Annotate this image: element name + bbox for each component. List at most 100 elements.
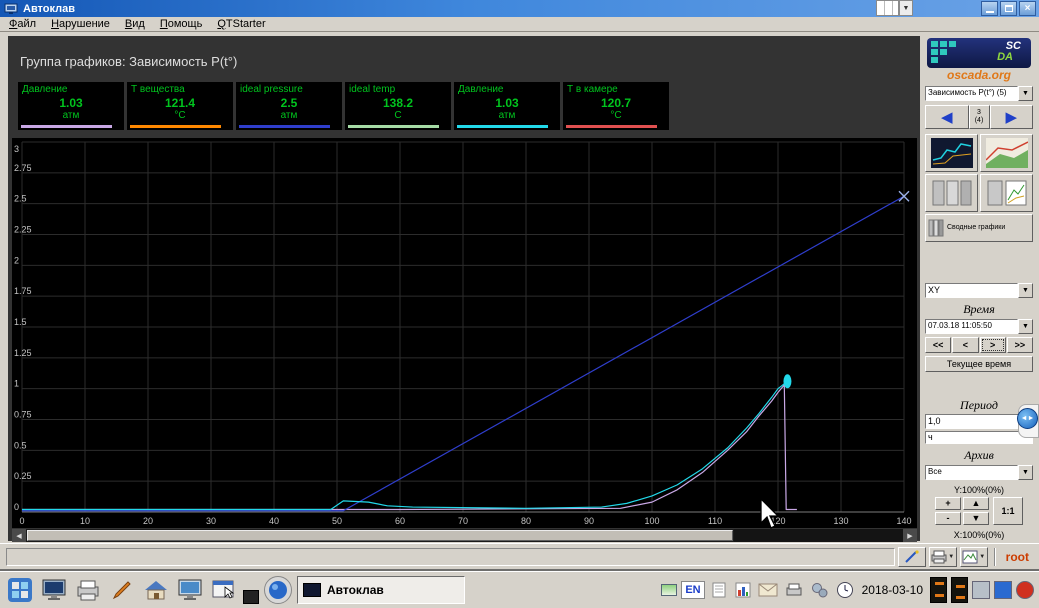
taskbar-task-autoclave[interactable]: Автоклав [297,576,465,604]
chart-tray-icon[interactable] [733,580,753,600]
qtstarter-tray-icon[interactable]: ◄► [1017,408,1038,429]
tray-icon-gray[interactable] [972,581,990,599]
archive-select[interactable]: Все ▼ [925,465,1033,480]
mini-terminal-icon[interactable] [243,590,259,604]
menu-view[interactable]: Вид [125,18,145,30]
scrollbar-thumb[interactable] [27,530,733,541]
keyboard-flag-icon[interactable] [661,584,677,596]
pager-dropdown[interactable]: ▼ [899,0,913,16]
home-icon[interactable] [141,575,171,605]
svg-text:10: 10 [80,516,90,526]
period-section-label: Период [925,398,1033,412]
step-forward-fast-button[interactable]: >> [1007,337,1033,353]
monitor-icon[interactable] [175,575,205,605]
status-message-field [6,548,895,566]
zoom-out-button[interactable]: - [935,512,961,525]
maximize-button[interactable] [1000,1,1017,16]
menu-help[interactable]: Помощь [160,18,203,30]
mail-tray-icon[interactable] [757,580,779,600]
chart-view-button[interactable] [980,134,1033,172]
export-button[interactable]: ▼ [960,547,988,567]
pen-icon[interactable] [107,575,137,605]
chevron-down-icon[interactable]: ▼ [1018,319,1033,334]
mode-select[interactable]: XY ▼ [925,283,1033,298]
digital-clock[interactable] [930,577,947,603]
series-color-bar [566,125,657,128]
keyboard-layout-indicator[interactable]: EN [681,581,704,599]
separator [994,548,996,566]
time-select[interactable]: 07.03.18 11:05:50 ▼ [925,319,1033,334]
trend-dark-icon [931,138,973,168]
svg-text:1.25: 1.25 [14,348,32,358]
task-icon [303,583,321,597]
pan-down-button[interactable]: ▼ [963,512,989,525]
svg-text:1: 1 [14,379,19,389]
printer-icon[interactable] [73,575,103,605]
legend-item[interactable]: Давление 1.03 атм [454,82,560,130]
step-back-button[interactable]: < [952,337,978,353]
legend-item[interactable]: Т вещества 121.4 °C [127,82,233,130]
current-time-button[interactable]: Текущее время [925,356,1033,372]
prev-page-button[interactable]: ◀ [925,105,969,129]
svg-text:20: 20 [143,516,153,526]
legend-item[interactable]: ideal temp 138.2 C [345,82,451,130]
trend-plot[interactable]: 00.250.50.7511.251.51.7522.252.52.753010… [12,138,917,528]
panel-view-button[interactable] [925,174,978,212]
chevron-down-icon[interactable]: ▼ [1018,465,1033,480]
pan-up-button[interactable]: ▲ [963,497,989,510]
legend-item[interactable]: ideal pressure 2.5 атм [236,82,342,130]
mini-chart-icon [986,178,1028,208]
clock-tray-icon[interactable] [835,580,855,600]
window-body: Группа графиков: Зависимость P(t°) Давле… [0,32,1039,543]
pager-grid-icon[interactable] [876,0,899,16]
desktop-pager[interactable]: ▼ [876,0,913,16]
date-display[interactable]: 2018-03-10 [862,583,923,597]
menu-violation[interactable]: Нарушение [51,18,110,30]
current-user-label: root [1006,550,1029,564]
display-icon[interactable] [39,575,69,605]
gears-tray-icon[interactable] [809,580,831,600]
zoom-in-button[interactable]: + [935,497,961,510]
minimize-button[interactable] [981,1,998,16]
close-button[interactable]: × [1019,1,1036,16]
series-color-bar [348,125,439,128]
next-page-button[interactable]: ▶ [990,105,1034,129]
oscada-site-label: oscada.org [925,68,1033,83]
style-button[interactable] [898,547,926,567]
printer-tray-icon[interactable] [783,580,805,600]
step-back-fast-button[interactable]: << [925,337,951,353]
legend-item[interactable]: Т в камере 120.7 °C [563,82,669,130]
digital-clock[interactable] [951,577,968,603]
tray-icon-blue[interactable] [994,581,1012,599]
print-button[interactable]: ▼ [929,547,957,567]
scroll-right-button[interactable]: ▶ [903,529,917,542]
scroll-left-button[interactable]: ◀ [12,529,26,542]
chevron-down-icon[interactable]: ▼ [1018,86,1033,101]
wand-icon [903,549,921,565]
menu-file[interactable]: Файл [9,18,36,30]
zoom-controls: + ▲ - ▼ 1:1 [925,497,1033,525]
legend-item[interactable]: Давление 1.03 атм [18,82,124,130]
menu-qtstarter[interactable]: QTStarter [217,18,265,30]
mini-chart-view-button[interactable] [980,174,1033,212]
period-unit-field[interactable]: ч [925,431,1033,444]
notes-tray-icon[interactable] [709,580,729,600]
svg-text:2.25: 2.25 [14,225,32,235]
reset-scale-button[interactable]: 1:1 [993,497,1023,525]
summary-charts-button[interactable]: Сводные графики [925,214,1033,242]
chevron-down-icon[interactable]: ▼ [1018,283,1033,298]
svg-text:1.75: 1.75 [14,286,32,296]
qt-launcher-icon[interactable] [263,575,293,605]
legend-row: Давление 1.03 атм Т вещества 121.4 °C id… [18,82,669,130]
trend-group-select[interactable]: Зависимость P(t°) (5) ▼ [925,86,1033,101]
period-value-field[interactable]: 1,0 [925,414,1019,429]
chart-color-icon [986,138,1028,168]
control-sidebar: SC DA oscada.org Зависимость P(t°) (5) ▼… [922,36,1036,541]
mouse-cursor [758,498,784,532]
trend-view-button[interactable] [925,134,978,172]
app-launcher-icon[interactable] [5,575,35,605]
file-manager-icon[interactable] [209,575,239,605]
step-forward-button[interactable]: > [980,337,1006,353]
svg-text:0.5: 0.5 [14,440,27,450]
tray-icon-red[interactable] [1016,581,1034,599]
